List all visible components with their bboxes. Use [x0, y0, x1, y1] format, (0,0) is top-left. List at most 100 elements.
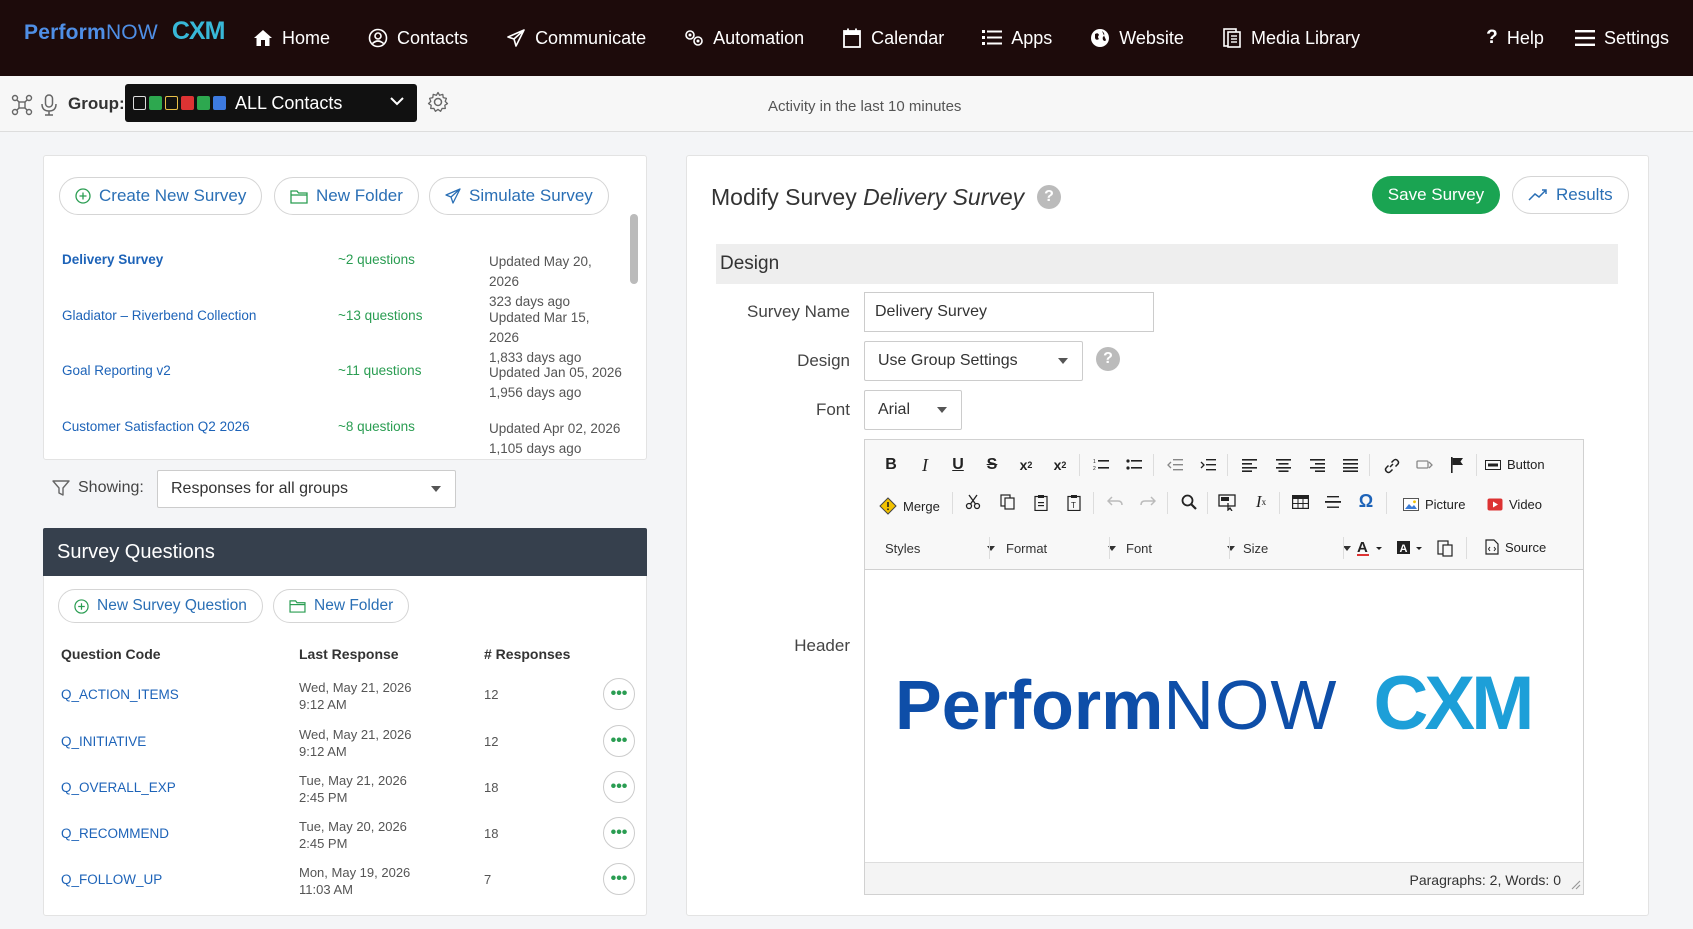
font-combo[interactable]: Font: [1126, 536, 1235, 560]
editor-content-area[interactable]: Perform NOW CXM: [865, 570, 1583, 864]
design-help-icon[interactable]: ?: [1096, 347, 1120, 371]
responses-filter-select[interactable]: Responses for all groups: [157, 470, 456, 508]
underline-button[interactable]: U: [946, 453, 970, 477]
media-icon: [1221, 27, 1243, 49]
text-color-icon[interactable]: A: [1353, 536, 1389, 560]
survey-list-scrollbar[interactable]: [630, 214, 638, 444]
indent-icon[interactable]: [1196, 453, 1220, 477]
nav-apps[interactable]: Apps: [981, 27, 1052, 49]
form-icon[interactable]: [1215, 490, 1239, 514]
clear-format-icon[interactable]: Ix: [1249, 490, 1273, 514]
paste-text-icon[interactable]: T: [1062, 490, 1086, 514]
numbered-list-icon[interactable]: 12: [1089, 453, 1113, 477]
save-survey-button[interactable]: Save Survey: [1372, 176, 1500, 214]
survey-row[interactable]: Goal Reporting v2 ~11 questions Updated …: [62, 357, 622, 407]
nav-settings[interactable]: Settings: [1574, 27, 1669, 49]
background-color-icon[interactable]: A: [1393, 536, 1429, 560]
link-icon[interactable]: [1379, 453, 1403, 477]
help-icon[interactable]: ?: [1037, 185, 1061, 209]
cut-icon[interactable]: [961, 490, 985, 514]
group-select-value: ALL Contacts: [235, 92, 343, 113]
simulate-survey-button[interactable]: Simulate Survey: [429, 177, 609, 215]
table-icon[interactable]: [1288, 490, 1312, 514]
subscript-button[interactable]: x2: [1014, 453, 1038, 477]
bold-button[interactable]: B: [879, 453, 903, 477]
merge-button[interactable]: Merge: [879, 497, 940, 515]
new-folder-button[interactable]: New Folder: [274, 177, 419, 215]
bulleted-list-icon[interactable]: [1122, 453, 1146, 477]
paste-from-word-icon[interactable]: [1433, 536, 1457, 560]
new-survey-question-button[interactable]: New Survey Question: [58, 589, 263, 623]
video-button[interactable]: Video: [1487, 497, 1542, 512]
font-select[interactable]: Arial: [864, 390, 962, 430]
justify-icon[interactable]: [1338, 453, 1362, 477]
survey-name[interactable]: Goal Reporting v2: [62, 363, 171, 378]
strikethrough-button[interactable]: S: [980, 453, 1004, 477]
horizontal-line-icon[interactable]: [1321, 490, 1345, 514]
column-last-response[interactable]: Last Response: [299, 646, 399, 662]
network-icon[interactable]: [11, 94, 33, 116]
nav-calendar[interactable]: Calendar: [841, 27, 944, 49]
survey-row[interactable]: Customer Satisfaction Q2 2026 ~8 questio…: [62, 413, 622, 463]
question-code[interactable]: Q_ACTION_ITEMS: [61, 687, 179, 702]
survey-name[interactable]: Customer Satisfaction Q2 2026: [62, 419, 250, 434]
align-left-icon[interactable]: [1237, 453, 1261, 477]
insert-button-button[interactable]: Button: [1485, 457, 1545, 472]
undo-icon[interactable]: [1103, 490, 1127, 514]
design-select[interactable]: Use Group Settings: [864, 341, 1083, 381]
more-options-button[interactable]: •••: [603, 725, 635, 757]
align-center-icon[interactable]: [1271, 453, 1295, 477]
survey-row[interactable]: Delivery Survey ~2 questions Updated May…: [62, 246, 622, 309]
find-icon[interactable]: [1177, 490, 1201, 514]
survey-questions-header: Survey Questions: [43, 528, 647, 576]
question-code[interactable]: Q_INITIATIVE: [61, 734, 146, 749]
app-logo[interactable]: PerformNOW CXM: [24, 17, 225, 46]
outdent-icon[interactable]: [1163, 453, 1187, 477]
results-button[interactable]: Results: [1512, 176, 1629, 214]
flag-icon[interactable]: [1445, 453, 1469, 477]
question-code[interactable]: Q_FOLLOW_UP: [61, 872, 162, 887]
nav-automation[interactable]: Automation: [683, 27, 804, 49]
styles-combo[interactable]: Styles: [885, 536, 995, 560]
table-row: Q_RECOMMEND Tue, May 20, 2026 2:45 PM 18 …: [43, 810, 647, 856]
superscript-button[interactable]: x2: [1048, 453, 1072, 477]
align-right-icon[interactable]: [1305, 453, 1329, 477]
nav-media-library[interactable]: Media Library: [1221, 27, 1360, 49]
unlink-icon[interactable]: [1412, 453, 1436, 477]
nav-website[interactable]: Website: [1089, 27, 1184, 49]
column-responses[interactable]: # Responses: [484, 646, 570, 662]
picture-button[interactable]: Picture: [1403, 497, 1465, 512]
more-options-button[interactable]: •••: [603, 771, 635, 803]
survey-name[interactable]: Gladiator – Riverbend Collection: [62, 308, 256, 323]
question-code[interactable]: Q_RECOMMEND: [61, 826, 169, 841]
size-combo[interactable]: Size: [1243, 536, 1351, 560]
redo-icon[interactable]: [1136, 490, 1160, 514]
nav-home[interactable]: Home: [252, 27, 330, 49]
survey-row[interactable]: Gladiator – Riverbend Collection ~13 que…: [62, 302, 622, 365]
format-combo[interactable]: Format: [1006, 536, 1116, 560]
new-question-folder-button[interactable]: New Folder: [273, 589, 410, 623]
gear-icon[interactable]: [427, 91, 449, 113]
group-select[interactable]: ALL Contacts: [125, 84, 417, 122]
italic-button[interactable]: I: [913, 453, 937, 477]
column-question-code[interactable]: Question Code: [61, 646, 161, 662]
more-options-button[interactable]: •••: [603, 817, 635, 849]
nav-contacts[interactable]: Contacts: [367, 27, 468, 49]
more-options-button[interactable]: •••: [603, 678, 635, 710]
copy-icon[interactable]: [995, 490, 1019, 514]
nav-communicate[interactable]: Communicate: [505, 27, 646, 49]
scrollbar-thumb[interactable]: [630, 214, 638, 284]
question-code[interactable]: Q_OVERALL_EXP: [61, 780, 176, 795]
paste-icon[interactable]: [1029, 490, 1053, 514]
nav-help[interactable]: ? Help: [1485, 27, 1544, 49]
survey-name-field[interactable]: Delivery Survey: [864, 292, 1154, 332]
send-icon: [445, 188, 461, 204]
more-options-button[interactable]: •••: [603, 863, 635, 895]
source-button[interactable]: Source: [1485, 539, 1546, 555]
microphone-icon[interactable]: [40, 94, 62, 116]
special-character-icon[interactable]: Ω: [1354, 489, 1378, 513]
create-survey-button[interactable]: Create New Survey: [59, 177, 263, 215]
survey-questions: ~2 questions: [338, 252, 415, 267]
survey-name[interactable]: Delivery Survey: [62, 252, 163, 267]
resize-handle-icon[interactable]: [1569, 877, 1581, 893]
